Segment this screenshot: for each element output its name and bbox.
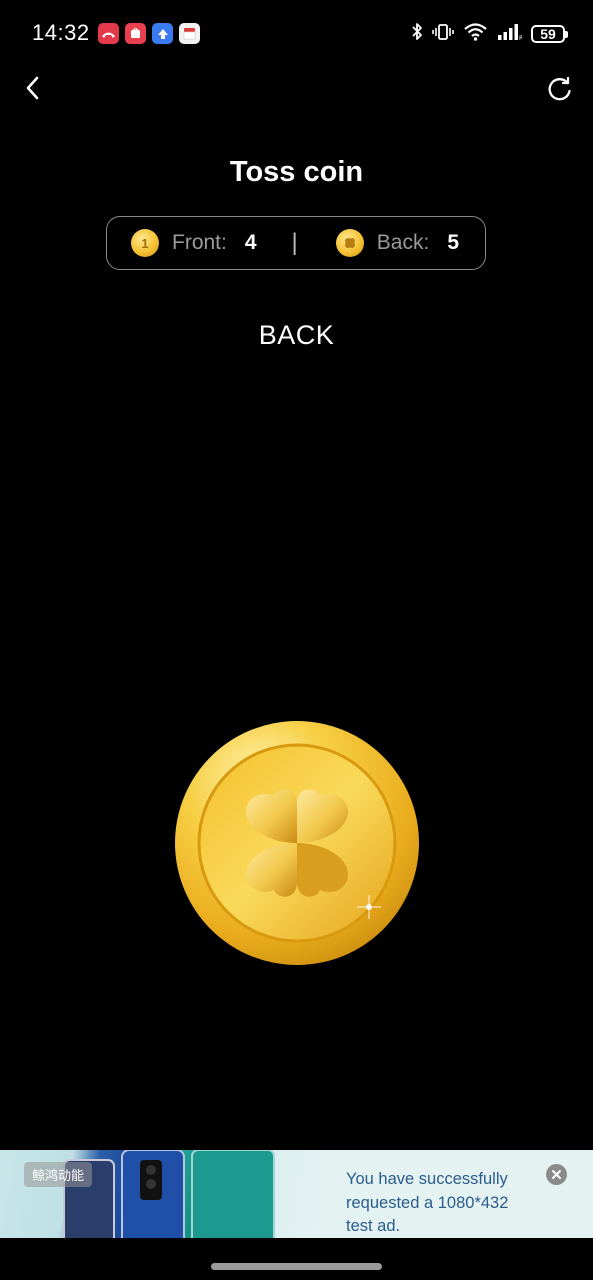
ad-source-tag: 鲸鸿动能 <box>24 1162 93 1187</box>
ad-banner[interactable]: 鲸鸿动能 You have successfully requested a 1… <box>0 1150 593 1238</box>
wifi-icon <box>463 22 488 46</box>
app-gallery-icon <box>125 23 146 44</box>
status-bar: 14:32 R 59 <box>0 0 593 70</box>
signal-icon: R <box>497 23 523 46</box>
coin-button[interactable] <box>174 720 420 966</box>
front-score: 1 Front: 4 <box>131 229 257 257</box>
back-count: 5 <box>447 231 459 254</box>
front-count: 4 <box>244 231 257 254</box>
system-status-icons: R 59 <box>411 22 568 46</box>
back-coin-icon <box>335 229 364 257</box>
refresh-icon <box>548 76 571 101</box>
ad-close-button[interactable] <box>546 1164 567 1185</box>
missed-call-icon <box>98 23 119 44</box>
back-label: Back: <box>376 231 430 254</box>
ad-text: You have successfully requested a 1080*4… <box>346 1170 509 1235</box>
upload-app-icon <box>152 23 173 44</box>
reset-button[interactable] <box>543 72 577 106</box>
front-coin-icon: 1 <box>131 229 159 257</box>
vibrate-icon <box>432 23 454 46</box>
toss-result: BACK <box>258 320 335 350</box>
front-label: Front: <box>172 231 227 254</box>
battery-indicator: 59 <box>531 25 568 43</box>
back-score: Back: 5 <box>335 229 459 257</box>
status-time: 14:32 <box>32 20 90 45</box>
page-title: Toss coin <box>229 156 364 188</box>
chevron-left-icon <box>26 76 39 100</box>
notification-icons <box>98 23 200 44</box>
svg-text:R: R <box>519 35 522 41</box>
coin-image <box>175 721 419 965</box>
bluetooth-icon <box>411 22 423 46</box>
scoreboard: 1 Front: 4 | Back: 5 <box>106 216 486 270</box>
close-icon <box>552 1170 561 1179</box>
back-button[interactable] <box>16 72 48 104</box>
home-indicator[interactable] <box>211 1263 382 1270</box>
score-divider: | <box>291 229 298 256</box>
calendar-app-icon <box>179 23 200 44</box>
